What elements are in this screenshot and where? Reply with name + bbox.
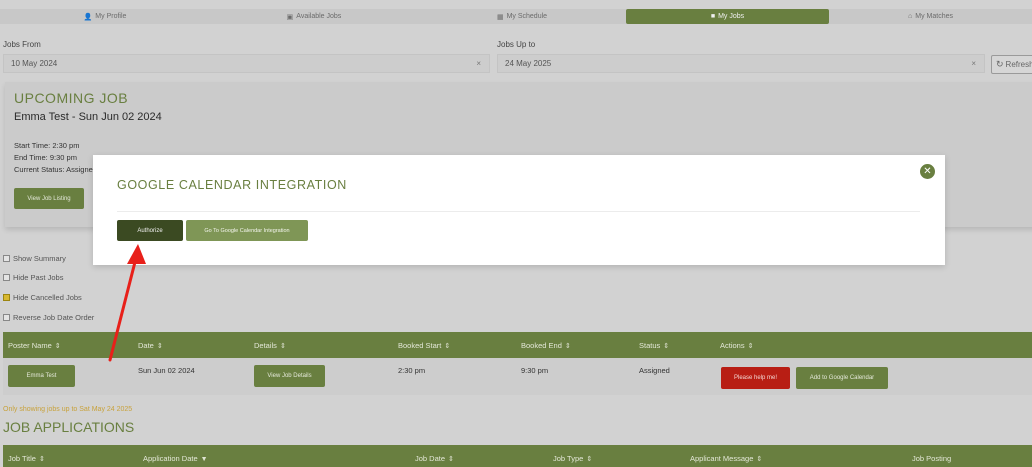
annotation-arrow-icon [108,244,146,362]
